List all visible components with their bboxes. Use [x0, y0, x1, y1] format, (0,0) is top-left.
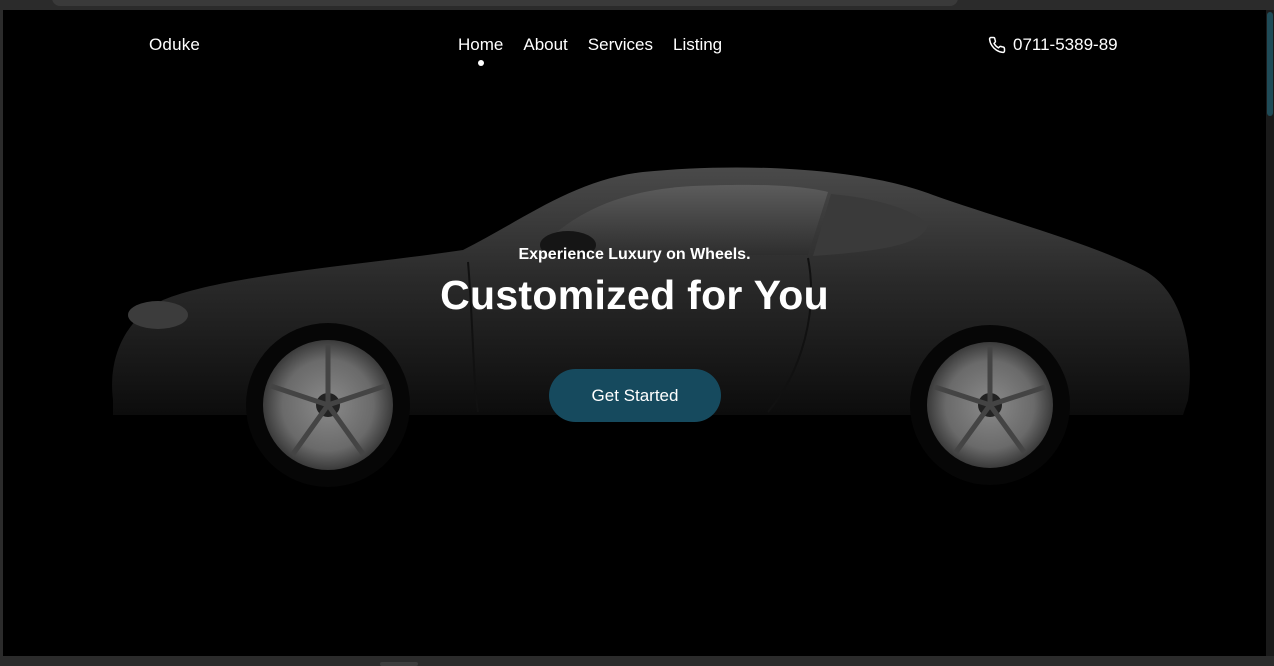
phone-number: 0711-5389-89 — [1013, 35, 1118, 54]
nav-services-label: Services — [587, 35, 653, 54]
nav-home-label: Home — [458, 35, 504, 54]
main-nav: Home About Services Listing — [458, 35, 722, 66]
scrollbar-thumb[interactable] — [1267, 12, 1273, 116]
nav-listing[interactable]: Listing — [673, 35, 722, 55]
browser-tab-strip — [52, 0, 958, 6]
browser-top-edge — [0, 0, 1274, 10]
phone-icon — [988, 36, 1006, 54]
hero-subtitle: Experience Luxury on Wheels. — [518, 246, 751, 263]
vertical-scrollbar[interactable] — [1266, 10, 1274, 656]
hero-title: Customized for You — [440, 272, 829, 318]
car-image — [112, 167, 1190, 487]
brand-logo[interactable]: Oduke — [149, 35, 200, 55]
active-indicator-dot — [477, 60, 484, 66]
phone-contact[interactable]: 0711-5389-89 — [988, 35, 1118, 55]
get-started-button[interactable]: Get Started — [549, 369, 721, 422]
nav-services[interactable]: Services — [588, 35, 653, 55]
page-viewport: Oduke Home About Services Listing 0711-5… — [3, 10, 1266, 656]
nav-about[interactable]: About — [523, 35, 567, 55]
nav-about-label: About — [523, 35, 568, 54]
nav-home[interactable]: Home — [458, 35, 504, 66]
nav-listing-label: Listing — [672, 35, 723, 54]
browser-bottom-edge — [0, 656, 1274, 666]
taskbar-indicator — [380, 662, 418, 666]
